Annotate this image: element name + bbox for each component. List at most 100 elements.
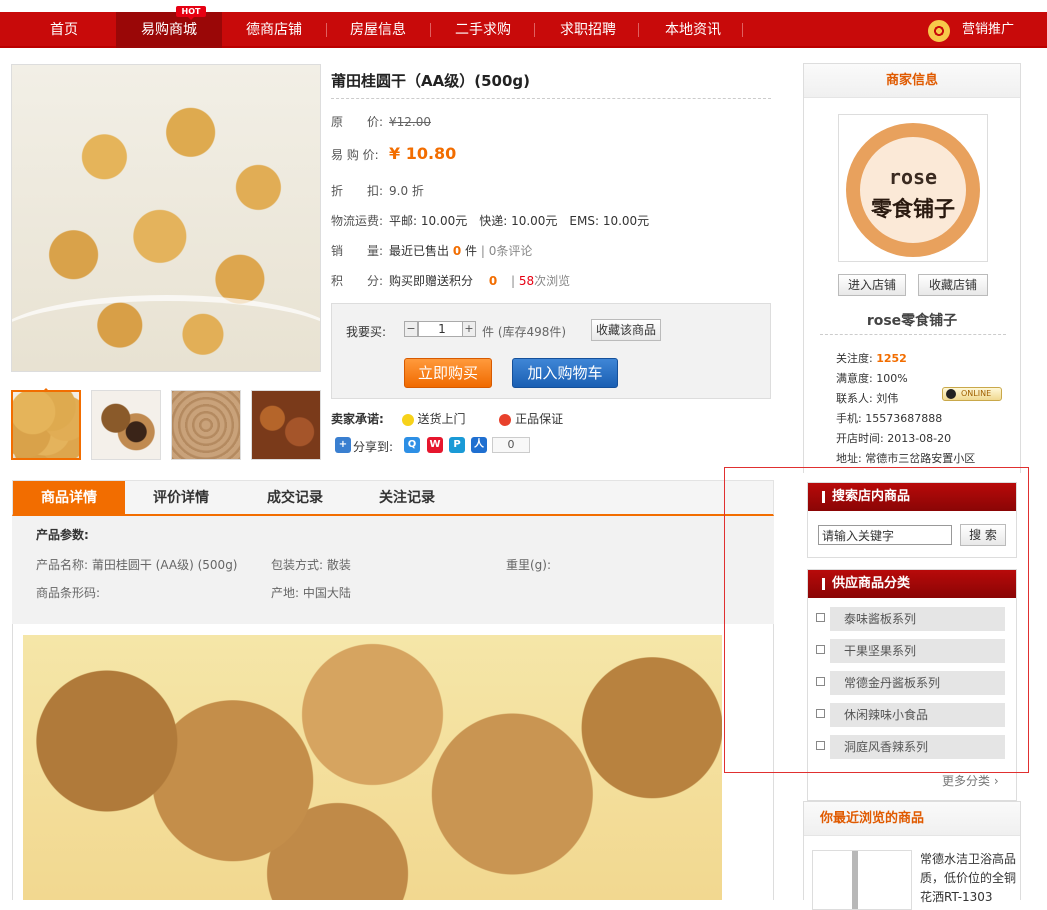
top-nav: 首页 易购商城 德商店铺 房屋信息 二手求购 求职招聘 本地资讯 <box>0 12 1047 48</box>
original-price-label: 原 价: <box>331 115 384 129</box>
qq-online-button[interactable]: ONLINE <box>942 387 1002 401</box>
detail-image <box>23 635 722 900</box>
hot-badge: HOT <box>176 6 206 20</box>
recent-item-image[interactable] <box>812 850 912 910</box>
points-text: 购买即赠送积分 <box>389 274 474 288</box>
nav-item-home[interactable]: 首页 <box>24 12 104 48</box>
promise-row: 卖家承诺: 送货上门 正品保证 <box>331 410 563 427</box>
points-label: 积 分: <box>331 274 384 288</box>
product-main-image[interactable] <box>11 64 321 372</box>
recent-heading: 你最近浏览的商品 <box>804 802 1020 836</box>
quantity-increase-button[interactable]: + <box>462 321 476 337</box>
tab-product-details[interactable]: 商品详情 <box>13 481 125 515</box>
thumbnail-4[interactable] <box>251 390 321 460</box>
original-price: ¥12.00 <box>389 115 431 129</box>
promise-genuine: 正品保证 <box>515 412 564 426</box>
thumbnail-2[interactable] <box>91 390 161 460</box>
target-icon <box>928 20 950 42</box>
points-value: 0 <box>488 274 498 288</box>
more-categories-link[interactable]: 更多分类 › <box>942 772 999 789</box>
param-packaging: 包装方式: 散装 <box>271 558 351 572</box>
discount-label: 折 扣: <box>331 184 384 198</box>
quantity-input[interactable]: 1 <box>418 321 466 337</box>
plus-icon[interactable]: + <box>335 437 351 453</box>
satisfaction: 满意度: 100% <box>836 372 908 385</box>
sales-label: 销 量: <box>331 244 384 258</box>
views-count: 58 <box>518 274 535 288</box>
want-label: 我要买: <box>346 325 387 339</box>
add-to-cart-button[interactable]: 加入购物车 <box>512 358 618 388</box>
weibo-icon[interactable]: W <box>427 437 443 453</box>
nav-item-shops[interactable]: 德商店铺 <box>222 12 326 48</box>
nav-item-jobs[interactable]: 求职招聘 <box>536 12 640 48</box>
nav-item-housing[interactable]: 房屋信息 <box>326 12 430 48</box>
views-text: 次浏览 <box>534 274 571 288</box>
detail-tabs: 商品详情 评价详情 成交记录 关注记录 <box>12 480 774 516</box>
points-row: 积 分: 购买即赠送积分 0 | 58次浏览 <box>331 274 571 288</box>
original-price-row: 原 价: ¥12.00 <box>331 113 431 130</box>
shipping-value: 平邮: 10.00元 快递: 10.00元 EMS: 10.00元 <box>389 214 650 228</box>
sales-unit: 件 <box>465 244 478 258</box>
logo-inner: rose 零食铺子 <box>858 135 968 245</box>
open-date: 开店时间: 2013-08-20 <box>836 432 952 445</box>
nav-item-local-news[interactable]: 本地资讯 <box>640 12 746 48</box>
logo-ring: rose 零食铺子 <box>846 123 980 257</box>
divider <box>331 98 771 99</box>
quantity-decrease-button[interactable]: − <box>404 321 418 337</box>
thumbnail-1[interactable] <box>11 390 81 460</box>
tab-transactions[interactable]: 成交记录 <box>239 481 351 515</box>
param-barcode: 商品条形码: <box>36 586 101 600</box>
sales-count: 0 <box>452 244 462 258</box>
divider <box>820 334 1006 335</box>
shop-logo[interactable]: rose 零食铺子 <box>838 114 988 262</box>
highlight-frame <box>724 467 1029 773</box>
glass-bowl-rim <box>12 295 320 371</box>
online-badge-text: ONLINE <box>961 389 992 398</box>
promise-label: 卖家承诺: <box>331 412 384 426</box>
qq-penguin-icon <box>946 389 956 399</box>
merchant-panel: 商家信息 rose 零食铺子 进入店铺 收藏店铺 rose零食铺子 关注度: 1… <box>803 63 1021 473</box>
buy-box: 我要买: − 1 + 件 (库存498件) 收藏该商品 立即购买 加入购物车 <box>331 303 771 399</box>
thumbnail-3[interactable] <box>171 390 241 460</box>
promo-label: 营销推广 <box>962 22 1015 37</box>
tab-reviews[interactable]: 评价详情 <box>125 481 237 515</box>
buy-now-button[interactable]: 立即购买 <box>404 358 492 388</box>
address: 地址: 常德市三岔路安置小区 <box>836 452 976 465</box>
discount-row: 折 扣: 9.0 折 <box>331 182 424 199</box>
attention-value: 1252 <box>876 352 907 365</box>
contact: 联系人: 刘伟 <box>836 392 899 405</box>
qzone-icon[interactable]: Q <box>404 437 420 453</box>
shipping-row: 物流运费: 平邮: 10.00元 快递: 10.00元 EMS: 10.00元 <box>331 212 649 229</box>
sale-price: ¥ 10.80 <box>389 144 457 163</box>
enter-shop-button[interactable]: 进入店铺 <box>838 274 906 296</box>
promise-delivery: 送货上门 <box>417 412 466 426</box>
delivery-icon <box>401 413 414 426</box>
product-title: 莆田桂圆干（AA级）(500g) <box>331 72 530 90</box>
shipping-label: 物流运费: <box>331 214 384 228</box>
favorite-product-button[interactable]: 收藏该商品 <box>591 319 661 341</box>
tab-followers[interactable]: 关注记录 <box>351 481 463 515</box>
logo-text-shop: 零食铺子 <box>871 197 955 221</box>
attention-row: 关注度: 1252 <box>836 350 907 366</box>
sales-row: 销 量: 最近已售出 0 件 | 0条评论 <box>331 244 533 258</box>
tencent-weibo-icon[interactable]: P <box>449 437 465 453</box>
merchant-heading: 商家信息 <box>804 64 1020 98</box>
param-name: 产品名称: 莆田桂圆干 (AA级) (500g) <box>36 558 238 572</box>
shop-name[interactable]: rose零食铺子 <box>804 310 1020 330</box>
stock-text: 件 (库存498件) <box>482 325 567 339</box>
reviews-link[interactable]: 0条评论 <box>489 244 533 258</box>
share-label: 分享到: <box>353 440 394 454</box>
nav-item-secondhand[interactable]: 二手求购 <box>430 12 536 48</box>
nav-item-mall[interactable]: 易购商城 <box>116 12 222 48</box>
recent-item-text[interactable]: 常德水洁卫浴高品质，低价位的全铜花洒RT-1303 <box>920 850 1020 907</box>
discount-value: 9.0 折 <box>389 184 424 198</box>
sales-prefix: 最近已售出 <box>389 244 450 258</box>
favorite-shop-button[interactable]: 收藏店铺 <box>918 274 988 296</box>
share-count: 0 <box>492 437 530 453</box>
recent-panel: 你最近浏览的商品 常德水洁卫浴高品质，低价位的全铜花洒RT-1303 <box>803 801 1021 910</box>
phone: 手机: 15573687888 <box>836 412 943 425</box>
renren-icon[interactable]: 人 <box>471 437 487 453</box>
param-origin: 产地: 中国大陆 <box>271 586 351 600</box>
product-params: 产品参数: 产品名称: 莆田桂圆干 (AA级) (500g) 包装方式: 散装 … <box>12 516 774 624</box>
param-weight: 重里(g): <box>506 558 552 572</box>
